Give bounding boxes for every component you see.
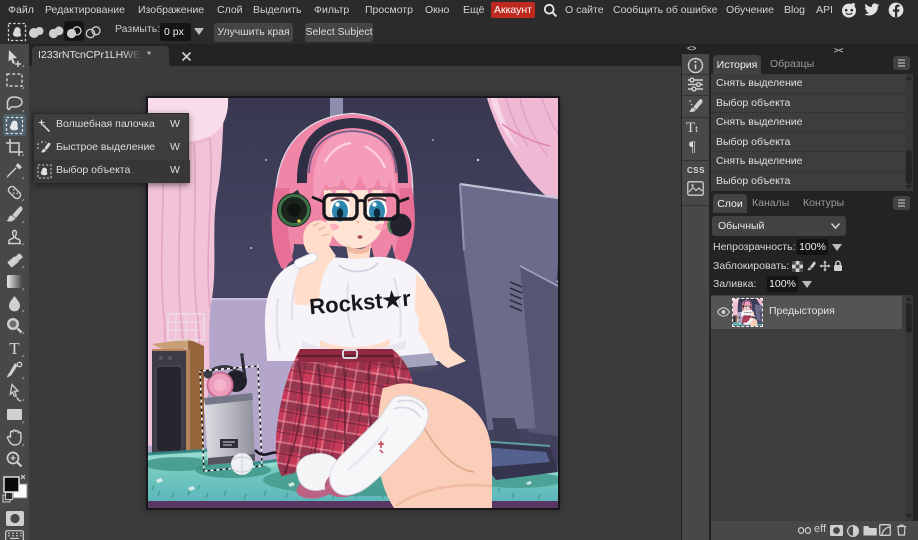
svg-text:T: T — [9, 339, 20, 358]
